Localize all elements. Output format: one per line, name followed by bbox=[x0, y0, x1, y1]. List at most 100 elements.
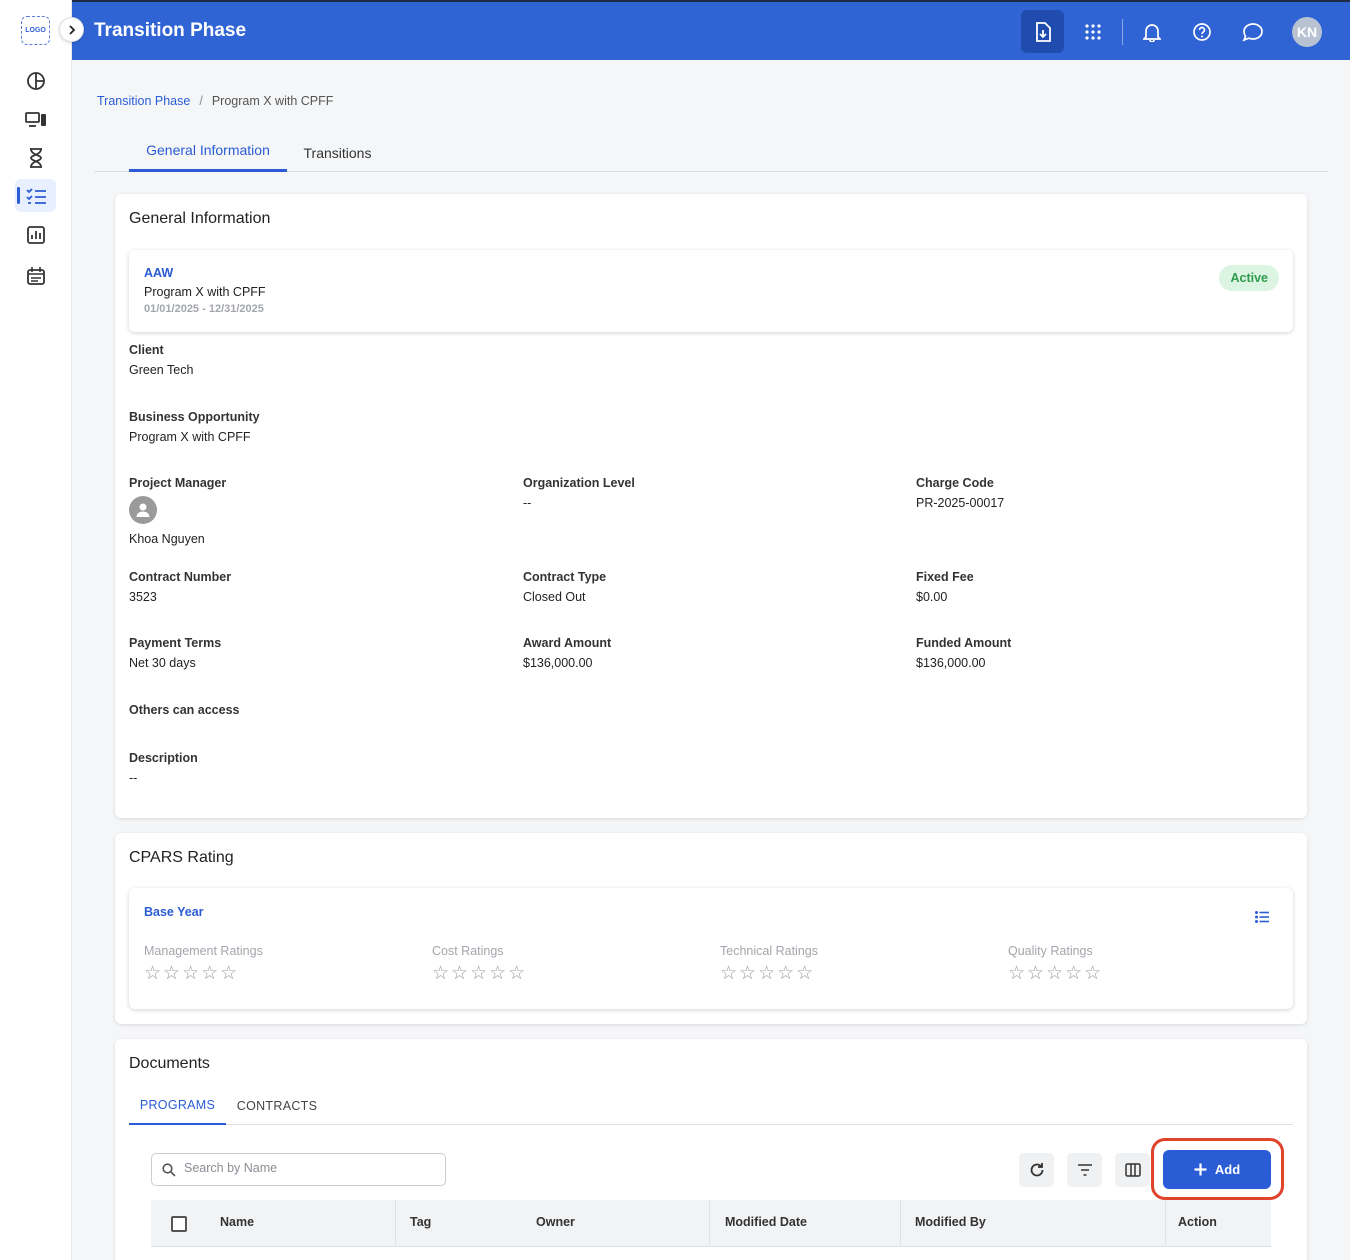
tab-programs[interactable]: PROGRAMS bbox=[129, 1087, 226, 1125]
charge-code-value: PR-2025-00017 bbox=[916, 496, 1005, 510]
quality-rating-label: Quality Ratings bbox=[1008, 944, 1093, 958]
filter-button[interactable] bbox=[1067, 1153, 1102, 1187]
column-divider bbox=[709, 1200, 710, 1247]
payment-terms-field: Payment Terms Net 30 days bbox=[129, 636, 221, 670]
management-rating-label: Management Ratings bbox=[144, 944, 263, 958]
cpars-details-button[interactable] bbox=[1255, 911, 1269, 926]
column-name[interactable]: Name bbox=[220, 1215, 254, 1229]
add-button-label: Add bbox=[1214, 1162, 1241, 1177]
filter-icon bbox=[1077, 1164, 1092, 1176]
organization-level-value: -- bbox=[523, 496, 532, 510]
download-button[interactable] bbox=[1021, 10, 1064, 53]
person-icon bbox=[136, 503, 150, 517]
nav-timeline[interactable] bbox=[15, 141, 56, 174]
select-all-checkbox[interactable] bbox=[171, 1216, 187, 1232]
column-tag[interactable]: Tag bbox=[410, 1215, 431, 1229]
page-title: Transition Phase bbox=[94, 20, 247, 41]
nav-reports[interactable] bbox=[15, 218, 56, 251]
notifications-button[interactable] bbox=[1130, 10, 1173, 53]
devices-icon bbox=[24, 111, 46, 127]
help-circle-icon bbox=[1192, 22, 1211, 41]
user-avatar[interactable]: KN bbox=[1292, 17, 1322, 47]
tab-general-information[interactable]: General Information bbox=[129, 130, 287, 172]
contract-type-value: Closed Out bbox=[523, 590, 586, 604]
cpars-rating-card: CPARS Rating Base Year Management Rating… bbox=[115, 833, 1307, 1024]
technical-rating-label: Technical Ratings bbox=[720, 944, 818, 958]
funded-amount-label: Funded Amount bbox=[916, 636, 1012, 650]
side-nav: LOGO bbox=[0, 0, 72, 1260]
column-modified-date[interactable]: Modified Date bbox=[725, 1215, 807, 1229]
contract-number-field: Contract Number 3523 bbox=[129, 570, 231, 604]
calendar-icon bbox=[26, 266, 45, 285]
search-input[interactable] bbox=[184, 1161, 434, 1175]
payment-terms-label: Payment Terms bbox=[129, 636, 222, 650]
pie-chart-icon bbox=[26, 71, 45, 90]
payment-terms-value: Net 30 days bbox=[129, 656, 196, 670]
add-document-button[interactable]: Add bbox=[1163, 1150, 1271, 1189]
project-manager-value: Khoa Nguyen bbox=[129, 532, 205, 546]
cost-rating: Cost Ratings ☆☆☆☆☆ bbox=[432, 944, 527, 985]
charge-code-label: Charge Code bbox=[916, 476, 994, 490]
star-rating-icon[interactable]: ☆☆☆☆☆ bbox=[1008, 963, 1103, 984]
hourglass-icon bbox=[29, 147, 42, 168]
bar-chart-icon bbox=[26, 225, 45, 244]
contract-type-field: Contract Type Closed Out bbox=[523, 570, 606, 604]
star-rating-icon[interactable]: ☆☆☆☆☆ bbox=[720, 963, 815, 984]
refresh-icon bbox=[1030, 1163, 1043, 1177]
search-icon bbox=[162, 1163, 176, 1177]
nav-dashboard[interactable] bbox=[15, 64, 56, 97]
organization-level-field: Organization Level -- bbox=[523, 476, 635, 510]
toolbar-divider bbox=[1122, 19, 1123, 45]
client-value: Green Tech bbox=[129, 363, 194, 377]
program-code: AAW bbox=[144, 266, 174, 280]
apps-button[interactable] bbox=[1071, 10, 1114, 53]
column-owner[interactable]: Owner bbox=[536, 1215, 575, 1229]
search-field[interactable] bbox=[151, 1153, 446, 1186]
business-opportunity-value: Program X with CPFF bbox=[129, 430, 251, 444]
documents-tabs: PROGRAMS CONTRACTS bbox=[129, 1087, 1293, 1125]
column-action: Action bbox=[1178, 1215, 1217, 1229]
cost-rating-label: Cost Ratings bbox=[432, 944, 504, 958]
fixed-fee-label: Fixed Fee bbox=[916, 570, 974, 584]
status-badge: Active bbox=[1219, 265, 1279, 291]
funded-amount-field: Funded Amount $136,000.00 bbox=[916, 636, 1011, 670]
project-manager-label: Project Manager bbox=[129, 476, 227, 490]
charge-code-field: Charge Code PR-2025-00017 bbox=[916, 476, 1004, 510]
checklist-icon bbox=[25, 187, 46, 204]
cpars-period-label: Base Year bbox=[144, 905, 204, 919]
grid-icon bbox=[1084, 23, 1101, 40]
chevron-right-icon bbox=[68, 24, 75, 35]
management-rating: Management Ratings ☆☆☆☆☆ bbox=[144, 944, 263, 985]
tab-transitions[interactable]: Transitions bbox=[294, 132, 381, 174]
others-can-access-field: Others can access bbox=[129, 703, 240, 723]
award-amount-value: $136,000.00 bbox=[523, 656, 593, 670]
breadcrumb-separator: / bbox=[199, 94, 203, 108]
columns-button[interactable] bbox=[1115, 1153, 1150, 1187]
help-button[interactable] bbox=[1180, 10, 1223, 53]
refresh-button[interactable] bbox=[1019, 1153, 1054, 1187]
expand-sidebar-button[interactable] bbox=[59, 17, 84, 42]
columns-icon bbox=[1124, 1163, 1141, 1177]
organization-level-label: Organization Level bbox=[523, 476, 635, 490]
business-opportunity-field: Business Opportunity Program X with CPFF bbox=[129, 410, 260, 444]
contract-number-label: Contract Number bbox=[129, 570, 232, 584]
breadcrumb-root-link[interactable]: Transition Phase bbox=[97, 94, 190, 108]
business-opportunity-label: Business Opportunity bbox=[129, 410, 260, 424]
star-rating-icon[interactable]: ☆☆☆☆☆ bbox=[144, 963, 239, 984]
top-bar: Transition Phase KN bbox=[72, 0, 1350, 60]
contract-number-value: 3523 bbox=[129, 590, 157, 604]
nav-devices[interactable] bbox=[15, 103, 56, 136]
project-manager-field: Project Manager Khoa Nguyen bbox=[129, 476, 226, 546]
general-information-title: General Information bbox=[129, 210, 271, 227]
contract-type-label: Contract Type bbox=[523, 570, 607, 584]
fixed-fee-value: $0.00 bbox=[916, 590, 948, 604]
column-divider bbox=[900, 1200, 901, 1247]
description-value: -- bbox=[129, 771, 138, 785]
star-rating-icon[interactable]: ☆☆☆☆☆ bbox=[432, 963, 527, 984]
documents-title: Documents bbox=[129, 1055, 210, 1072]
nav-task-list[interactable] bbox=[15, 179, 56, 212]
tab-contracts[interactable]: CONTRACTS bbox=[233, 1087, 321, 1125]
nav-calendar[interactable] bbox=[15, 259, 56, 292]
column-modified-by[interactable]: Modified By bbox=[915, 1215, 986, 1229]
chat-button[interactable] bbox=[1231, 10, 1274, 53]
